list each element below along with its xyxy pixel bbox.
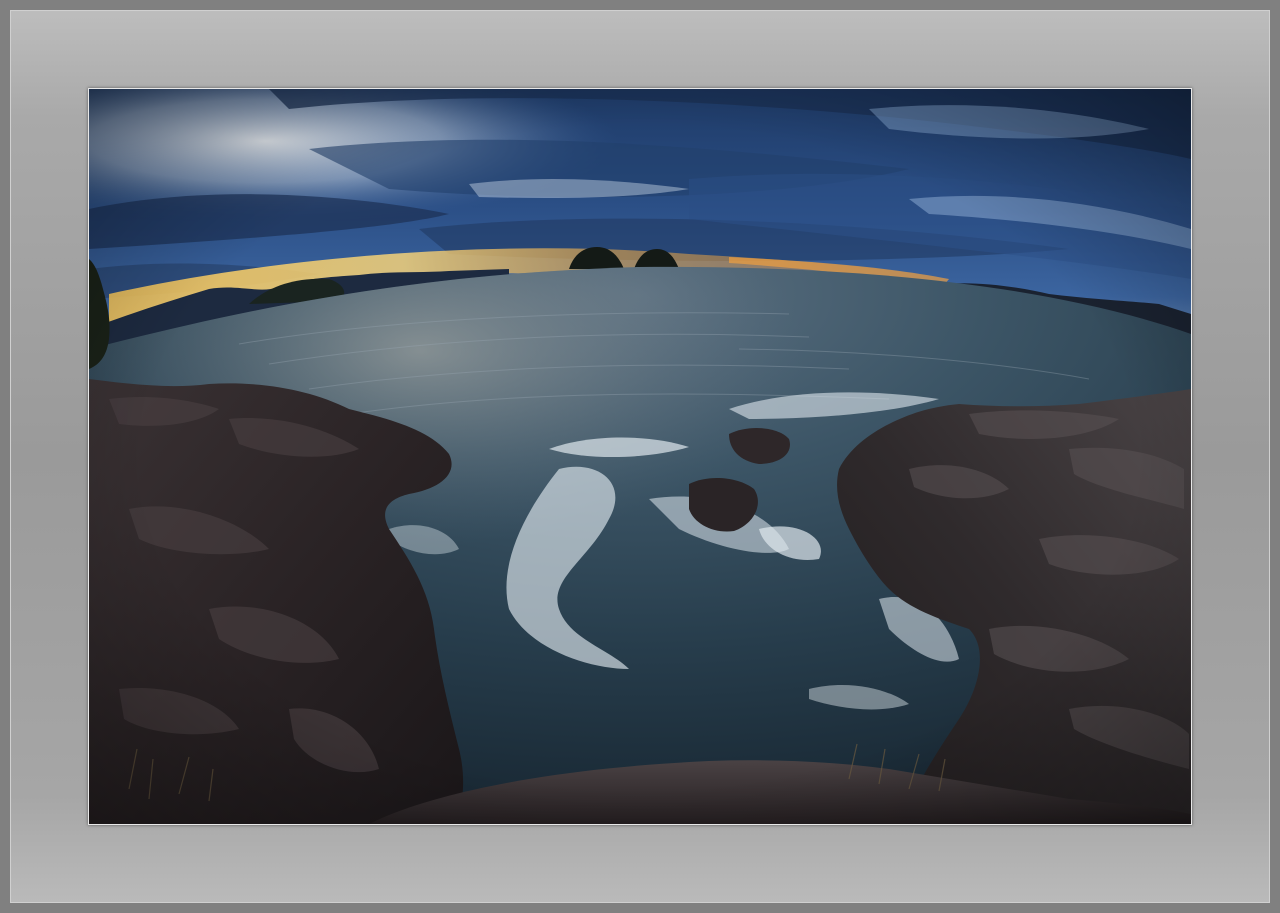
seascape-photo [89,89,1191,824]
photo-border [88,88,1192,825]
outer-frame [0,0,1280,913]
vignette [89,89,1191,824]
